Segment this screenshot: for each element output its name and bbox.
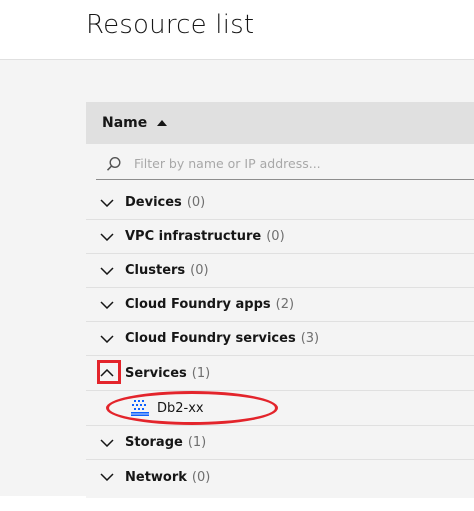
filter-search: [96, 148, 474, 180]
chevron-down-icon[interactable]: [100, 436, 114, 450]
list-item-label: VPC infrastructure: [125, 229, 262, 244]
list-item-count: (0): [186, 195, 206, 210]
list-item-label: Services: [125, 365, 187, 381]
list-item-count: (0): [266, 229, 285, 244]
list-item-count: (0): [191, 469, 211, 485]
search-icon: [106, 156, 122, 172]
list-item-clusters[interactable]: Clusters (0): [86, 254, 474, 288]
list-item-cloud-foundry-services[interactable]: Cloud Foundry services (3): [86, 322, 474, 356]
list-item-devices[interactable]: Devices (0): [86, 186, 474, 220]
list-item-label: Clusters: [125, 263, 186, 278]
list-item-label: Cloud Foundry apps: [125, 297, 271, 312]
resource-list: Devices (0) VPC infrastructure (0) Clust…: [86, 186, 474, 494]
list-item-label: Db2-xx: [157, 400, 204, 416]
sort-ascending-icon[interactable]: [157, 120, 168, 126]
list-item-count: (1): [191, 365, 211, 381]
chevron-down-icon[interactable]: [100, 264, 114, 278]
list-item-label: Storage: [125, 435, 183, 450]
chevron-down-icon[interactable]: [100, 196, 114, 210]
list-item-count: (2): [275, 297, 295, 312]
list-item-network[interactable]: Network (0): [86, 460, 474, 494]
column-header-name[interactable]: Name: [102, 115, 147, 131]
table-header: Name: [86, 102, 474, 144]
list-item-count: (1): [187, 435, 207, 450]
list-item-storage[interactable]: Storage (1): [86, 426, 474, 460]
filter-input[interactable]: [132, 155, 456, 172]
annotation-highlight-box: [97, 360, 121, 384]
list-item-count: (3): [300, 331, 320, 346]
db2-icon: [131, 400, 149, 416]
chevron-down-icon[interactable]: [100, 230, 114, 244]
resource-table: Name Devices (0) VPC infrastructure (: [86, 102, 474, 498]
list-item-label: Devices: [125, 195, 182, 210]
chevron-down-icon[interactable]: [100, 470, 114, 484]
list-item-label: Cloud Foundry services: [125, 331, 296, 346]
chevron-down-icon[interactable]: [100, 298, 114, 312]
list-item-services[interactable]: Services (1): [86, 356, 474, 390]
list-item-label: Network: [125, 469, 187, 485]
list-item-db2-xx[interactable]: Db2-xx: [86, 390, 474, 426]
list-item-cloud-foundry-apps[interactable]: Cloud Foundry apps (2): [86, 288, 474, 322]
chevron-down-icon[interactable]: [100, 332, 114, 346]
list-item-vpc-infrastructure[interactable]: VPC infrastructure (0): [86, 220, 474, 254]
list-item-count: (0): [190, 263, 209, 278]
page-title: Resource list: [86, 10, 255, 40]
